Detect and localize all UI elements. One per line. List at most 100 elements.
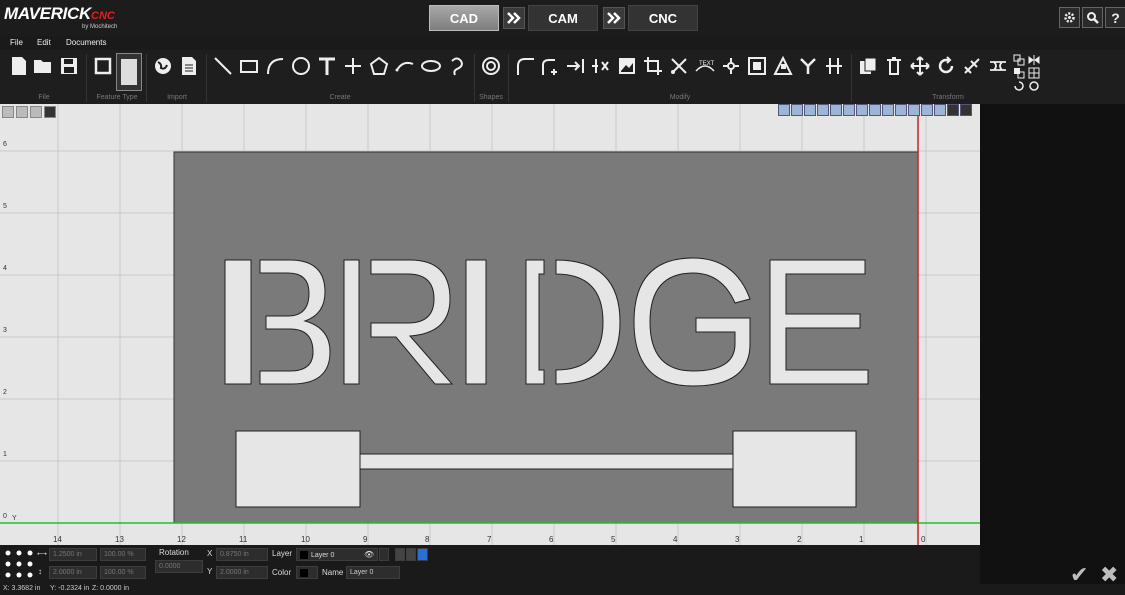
snap-tool-icon[interactable] [895, 104, 907, 116]
snap-tool-icon[interactable] [947, 104, 959, 116]
rectangle-tool-icon[interactable] [238, 54, 260, 78]
snap-tool-icon[interactable] [830, 104, 842, 116]
right-panel [980, 104, 1125, 584]
rotation-field[interactable]: 0.0000 [155, 560, 203, 573]
delete-trash-icon[interactable] [883, 54, 905, 78]
snap-tool-icon[interactable] [804, 104, 816, 116]
import-document-icon[interactable] [178, 54, 200, 78]
image-trace-icon[interactable] [616, 54, 638, 78]
zoom-in-icon[interactable] [16, 106, 28, 118]
crop-icon[interactable] [642, 54, 664, 78]
zoom-out-icon[interactable] [30, 106, 42, 118]
flip-icon[interactable] [1027, 54, 1041, 66]
ellipse-tool-icon[interactable] [420, 54, 442, 78]
toolbar-ribbon: File Feature Type Import Create Shapes T… [0, 50, 1125, 104]
chamfer-add-icon[interactable] [539, 54, 561, 78]
move-icon[interactable] [909, 54, 931, 78]
menu-edit[interactable]: Edit [37, 38, 51, 47]
align-icon[interactable] [1027, 80, 1041, 92]
snap-tool-icon[interactable] [843, 104, 855, 116]
rotate-icon[interactable] [935, 54, 957, 78]
settings-gear-icon[interactable] [1059, 7, 1080, 28]
snap-tool-icon[interactable] [817, 104, 829, 116]
copy-icon[interactable] [857, 54, 879, 78]
circle-tool-icon[interactable] [290, 54, 312, 78]
extend-icon[interactable] [564, 54, 586, 78]
x-tick: 8 [425, 535, 430, 544]
polyarc-tool-icon[interactable] [394, 54, 416, 78]
snap-tool-icon[interactable] [960, 104, 972, 116]
group-label-file: File [38, 94, 50, 101]
trim-icon[interactable] [589, 54, 611, 78]
width-field[interactable]: 1.2500 in [49, 548, 97, 561]
width-percent-field[interactable]: 100.00 % [100, 548, 146, 561]
text-on-path-icon[interactable]: TEXT [694, 54, 716, 78]
snap-tool-icon[interactable] [869, 104, 881, 116]
arc-tool-icon[interactable] [264, 54, 286, 78]
array-grid-icon[interactable] [1027, 67, 1041, 79]
anchor-point-grid[interactable] [3, 548, 35, 580]
shapes-icon[interactable] [480, 54, 502, 78]
search-icon[interactable] [1082, 7, 1103, 28]
zoom-fit-icon[interactable] [44, 106, 56, 118]
new-file-icon[interactable] [8, 54, 30, 78]
drawing-canvas[interactable]: 6 5 4 3 2 1 0 Y 14 13 12 11 10 9 8 7 6 5… [0, 104, 980, 545]
x-tick: 0 [921, 535, 926, 544]
logo-by: by Mochitech [82, 24, 118, 30]
menu-file[interactable]: File [10, 38, 23, 47]
scale-icon[interactable] [961, 54, 983, 78]
group-icon[interactable] [1012, 67, 1026, 79]
fillet-icon[interactable] [514, 54, 536, 78]
mode-tab-cam[interactable]: CAM [528, 5, 598, 31]
node-edit-icon[interactable] [772, 54, 794, 78]
height-percent-field[interactable]: 100.00 % [100, 566, 146, 579]
snap-tool-icon[interactable] [934, 104, 946, 116]
height-field[interactable]: 2.0000 in [49, 566, 97, 579]
outline-feature-icon[interactable] [92, 54, 114, 78]
snap-tool-icon[interactable] [778, 104, 790, 116]
help-icon[interactable]: ? [1105, 7, 1125, 28]
visibility-eye-icon[interactable]: 👁 [364, 550, 374, 559]
text-tool-icon[interactable] [316, 54, 338, 78]
split-icon[interactable] [720, 54, 742, 78]
next-arrow-icon[interactable] [603, 7, 625, 29]
x-tick: 10 [301, 535, 310, 544]
pan-hand-icon[interactable] [2, 106, 14, 118]
filled-feature-icon[interactable] [116, 53, 142, 91]
line-tool-icon[interactable] [212, 54, 234, 78]
width-icon: ⟷ [37, 551, 48, 558]
point-tool-icon[interactable] [342, 54, 364, 78]
import-globe-icon[interactable] [152, 54, 174, 78]
join-icon[interactable] [823, 54, 845, 78]
weld-icon[interactable] [797, 54, 819, 78]
layer-down-icon[interactable] [406, 548, 416, 561]
name-field[interactable]: Layer 0 [346, 566, 400, 579]
save-icon[interactable] [58, 54, 80, 78]
add-layer-icon[interactable] [417, 548, 428, 561]
layer-dropdown-chevron-down-icon[interactable] [379, 548, 389, 561]
mirror-icon[interactable] [987, 54, 1009, 78]
menu-documents[interactable]: Documents [66, 38, 106, 47]
cut-icon[interactable] [668, 54, 690, 78]
arrange-icon[interactable] [1012, 54, 1026, 66]
y-tick: 4 [3, 265, 7, 272]
snap-tool-icon[interactable] [856, 104, 868, 116]
snap-tool-icon[interactable] [791, 104, 803, 116]
mode-tab-cnc[interactable]: CNC [628, 5, 698, 31]
snap-tool-icon[interactable] [921, 104, 933, 116]
color-picker[interactable] [296, 566, 318, 579]
polygon-tool-icon[interactable] [368, 54, 390, 78]
snap-tool-icon[interactable] [882, 104, 894, 116]
offset-icon[interactable] [746, 54, 768, 78]
layer-up-icon[interactable] [395, 548, 405, 561]
logo-suffix: CNC [91, 10, 115, 22]
snap-tool-icon[interactable] [908, 104, 920, 116]
open-folder-icon[interactable] [32, 54, 54, 78]
mode-tab-cad[interactable]: CAD [429, 5, 499, 31]
next-arrow-icon[interactable] [503, 7, 525, 29]
y-position-field[interactable]: 2.0000 in [216, 566, 268, 579]
x-tick: 5 [611, 535, 616, 544]
x-position-field[interactable]: 0.8750 in [216, 548, 268, 561]
reset-icon[interactable] [1012, 80, 1026, 92]
spline-tool-icon[interactable] [446, 54, 468, 78]
